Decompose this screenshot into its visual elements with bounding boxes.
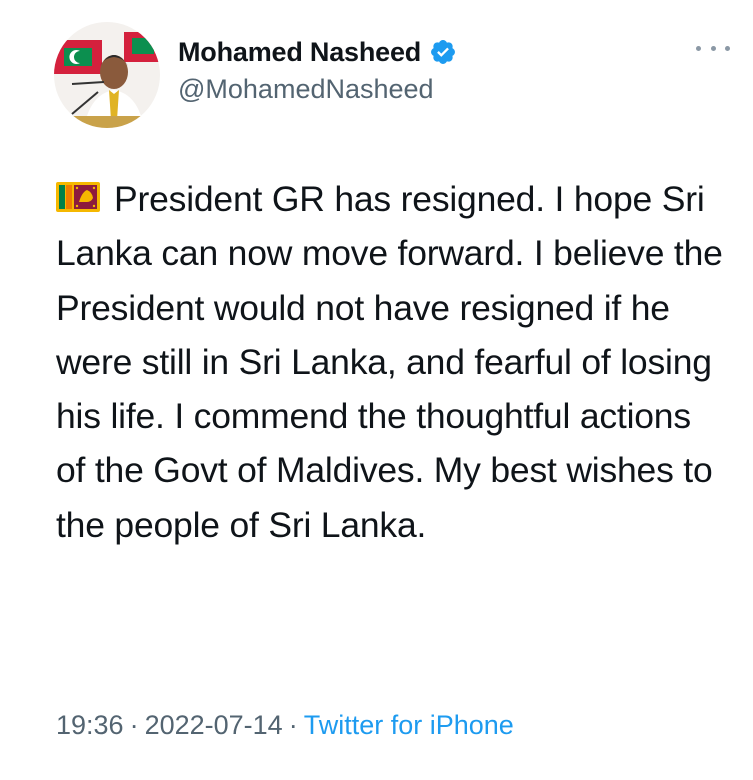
tweet-date[interactable]: 2022-07-14 (145, 710, 283, 740)
author-avatar[interactable] (54, 22, 160, 128)
more-dot (710, 45, 716, 51)
meta-separator: · (288, 710, 298, 740)
tweet-body: President GR has resigned. I hope Sri La… (56, 172, 726, 552)
author-display-name[interactable]: Mohamed Nasheed (178, 37, 421, 68)
more-options-icon[interactable] (696, 38, 730, 58)
author-info: Mohamed Nasheed @MohamedNasheed (178, 34, 457, 105)
tweet-source-link[interactable]: Twitter for iPhone (304, 710, 514, 740)
author-name-row[interactable]: Mohamed Nasheed (178, 34, 457, 70)
verified-badge-icon (429, 38, 457, 66)
more-dot (725, 45, 730, 51)
profile-photo-image (54, 22, 160, 128)
meta-separator: · (129, 710, 139, 740)
tweet-card: Mohamed Nasheed @MohamedNasheed Presiden… (0, 0, 753, 780)
more-dot (696, 45, 701, 51)
tweet-metadata: 19:36 · 2022-07-14 · Twitter for iPhone (56, 710, 514, 741)
sri-lanka-flag-icon (56, 173, 100, 212)
tweet-text: President GR has resigned. I hope Sri La… (56, 179, 723, 545)
tweet-time[interactable]: 19:36 (56, 710, 124, 740)
author-handle[interactable]: @MohamedNasheed (178, 74, 457, 105)
